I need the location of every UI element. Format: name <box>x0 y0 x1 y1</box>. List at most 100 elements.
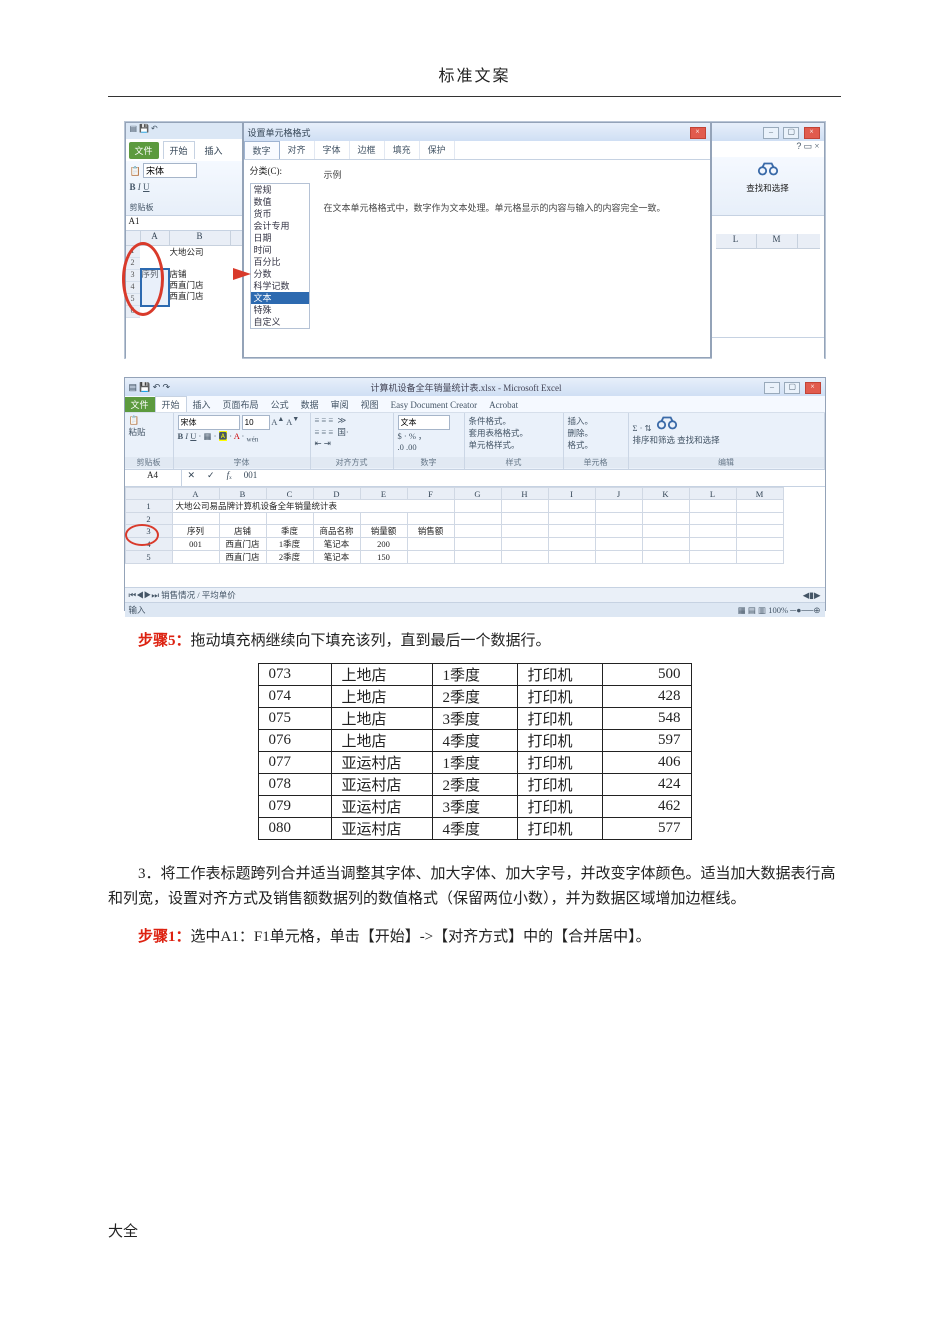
col-header[interactable]: J <box>595 488 642 500</box>
find-select-label[interactable]: 查找和选择 <box>712 182 824 194</box>
tab-protect[interactable]: 保护 <box>420 141 455 159</box>
col-header[interactable]: L <box>689 488 736 500</box>
maximize-icon[interactable]: ▢ <box>784 382 800 394</box>
col-header[interactable]: M <box>736 488 783 500</box>
data-cell[interactable]: 2季度 <box>266 551 313 564</box>
binoculars-icon[interactable] <box>656 423 678 433</box>
font-name-input[interactable] <box>178 415 240 430</box>
name-box[interactable]: A4 <box>125 470 182 486</box>
save-icon[interactable]: 💾 <box>139 382 150 393</box>
undo-icon[interactable]: ↶ <box>151 124 158 133</box>
redo-icon[interactable]: ↷ <box>163 382 171 393</box>
category-item[interactable]: 特殊 <box>251 304 309 316</box>
header-cell[interactable]: 店铺 <box>219 525 266 538</box>
ribbon-tab[interactable]: 数据 <box>295 397 325 412</box>
data-cell[interactable]: 西直门店 <box>219 551 266 564</box>
col-header[interactable]: G <box>454 488 501 500</box>
cond-format-button[interactable]: 条件格式。 <box>469 415 559 427</box>
tab-align[interactable]: 对齐 <box>280 141 315 159</box>
category-item[interactable]: 日期 <box>251 232 309 244</box>
binoculars-icon[interactable] <box>757 164 779 181</box>
close-icon[interactable]: × <box>804 127 820 139</box>
ribbon-tab[interactable]: Acrobat <box>483 399 524 411</box>
data-cell[interactable]: 西直门店 <box>219 538 266 551</box>
header-cell[interactable]: 序列 <box>172 525 219 538</box>
row-header[interactable]: 1 <box>125 500 172 513</box>
close-icon[interactable]: × <box>805 382 821 394</box>
tab-border[interactable]: 边框 <box>350 141 385 159</box>
formula-bar[interactable]: 001 <box>238 470 825 486</box>
category-item[interactable]: 科学记数 <box>251 280 309 292</box>
sheet-tab-names[interactable]: 销售情况 / 平均单价 <box>161 590 236 600</box>
category-item[interactable]: 文本 <box>251 292 309 304</box>
format-cells-button[interactable]: 格式。 <box>568 439 624 451</box>
category-item[interactable]: 自定义 <box>251 316 309 328</box>
zoom-slider[interactable]: ─●──⊕ <box>790 605 820 615</box>
ribbon-tab[interactable]: 文件 <box>125 397 155 412</box>
ribbon-tab[interactable]: 公式 <box>265 397 295 412</box>
col-header-l[interactable]: L <box>716 234 757 248</box>
table-format-button[interactable]: 套用表格格式。 <box>469 427 559 439</box>
col-header[interactable]: C <box>266 488 313 500</box>
category-list[interactable]: 常规数值货币会计专用日期时间百分比分数科学记数文本特殊自定义 <box>250 183 310 329</box>
quick-access-toolbar[interactable]: ▤ 💾 ↶ <box>126 123 242 139</box>
ribbon-tab[interactable]: 视图 <box>355 397 385 412</box>
tab-number[interactable]: 数字 <box>244 141 280 159</box>
tab-home[interactable]: 开始 <box>163 141 195 159</box>
col-header-b[interactable]: B <box>170 231 231 245</box>
ribbon-tab[interactable]: Easy Document Creator <box>385 399 483 411</box>
col-header[interactable]: K <box>642 488 689 500</box>
category-item[interactable]: 数值 <box>251 196 309 208</box>
data-cell[interactable]: 200 <box>360 538 407 551</box>
data-cell[interactable]: 1季度 <box>266 538 313 551</box>
worksheet-grid[interactable]: ABCDEFGHIJKLM1大地公司易品牌计算机设备全年销量统计表23序列店铺季… <box>125 487 784 564</box>
tab-file[interactable]: 文件 <box>129 142 159 159</box>
col-header-m[interactable]: M <box>757 234 798 248</box>
data-cell[interactable]: 笔记本 <box>313 551 360 564</box>
fx-icon[interactable]: fₓ <box>221 470 238 486</box>
col-header[interactable]: I <box>548 488 595 500</box>
col-header[interactable]: B <box>219 488 266 500</box>
data-cell[interactable] <box>407 551 454 564</box>
cell-b1[interactable]: 大地公司 <box>170 246 204 258</box>
window-controls-icon[interactable]: ▭ × <box>804 141 820 151</box>
category-item[interactable]: 分数 <box>251 268 309 280</box>
data-cell[interactable] <box>172 551 219 564</box>
insert-cells-button[interactable]: 插入。 <box>568 415 624 427</box>
delete-cells-button[interactable]: 删除。 <box>568 427 624 439</box>
title-cell[interactable]: 大地公司易品牌计算机设备全年销量统计表 <box>172 500 454 513</box>
find-select-label[interactable]: 查找和选择 <box>677 435 720 445</box>
view-normal-icon[interactable]: ▦ <box>738 605 746 616</box>
font-name-input[interactable] <box>143 163 197 178</box>
cell-b5[interactable]: 西直门店 <box>170 290 204 302</box>
ribbon-tab[interactable]: 页面布局 <box>217 397 265 412</box>
tab-font[interactable]: 字体 <box>315 141 350 159</box>
tab-insert[interactable]: 插入 <box>199 142 229 159</box>
header-cell[interactable]: 商品名称 <box>313 525 360 538</box>
close-icon[interactable]: × <box>690 127 706 139</box>
category-item[interactable]: 常规 <box>251 184 309 196</box>
confirm-entry-icon[interactable]: ✓ <box>201 470 221 486</box>
sheet-nav-icon[interactable]: ⏮◀▶⏭ <box>129 590 159 601</box>
col-header[interactable]: D <box>313 488 360 500</box>
sort-icon[interactable]: ⇅ <box>645 423 652 434</box>
cell-styles-button[interactable]: 单元格样式。 <box>469 439 559 451</box>
cancel-entry-icon[interactable]: ✕ <box>182 470 202 486</box>
minimize-icon[interactable]: – <box>764 382 780 394</box>
col-header[interactable]: F <box>407 488 454 500</box>
col-header[interactable]: A <box>172 488 219 500</box>
header-cell[interactable]: 销量额 <box>360 525 407 538</box>
data-cell[interactable]: 笔记本 <box>313 538 360 551</box>
zoom-level[interactable]: 100% <box>768 605 788 615</box>
help-icon[interactable]: ? <box>796 141 801 151</box>
view-pagebreak-icon[interactable]: ▥ <box>758 605 766 616</box>
maximize-icon[interactable]: ▢ <box>783 127 799 139</box>
paste-icon[interactable]: 📋 <box>129 415 140 426</box>
ribbon-tab[interactable]: 插入 <box>187 397 217 412</box>
data-cell[interactable]: 001 <box>172 538 219 551</box>
dialog-tabs[interactable]: 数字 对齐 字体 边框 填充 保护 <box>244 141 710 160</box>
col-header[interactable]: H <box>501 488 548 500</box>
sort-filter-label[interactable]: 排序和筛选 <box>633 435 676 445</box>
header-cell[interactable]: 季度 <box>266 525 313 538</box>
view-layout-icon[interactable]: ▤ <box>748 605 756 616</box>
